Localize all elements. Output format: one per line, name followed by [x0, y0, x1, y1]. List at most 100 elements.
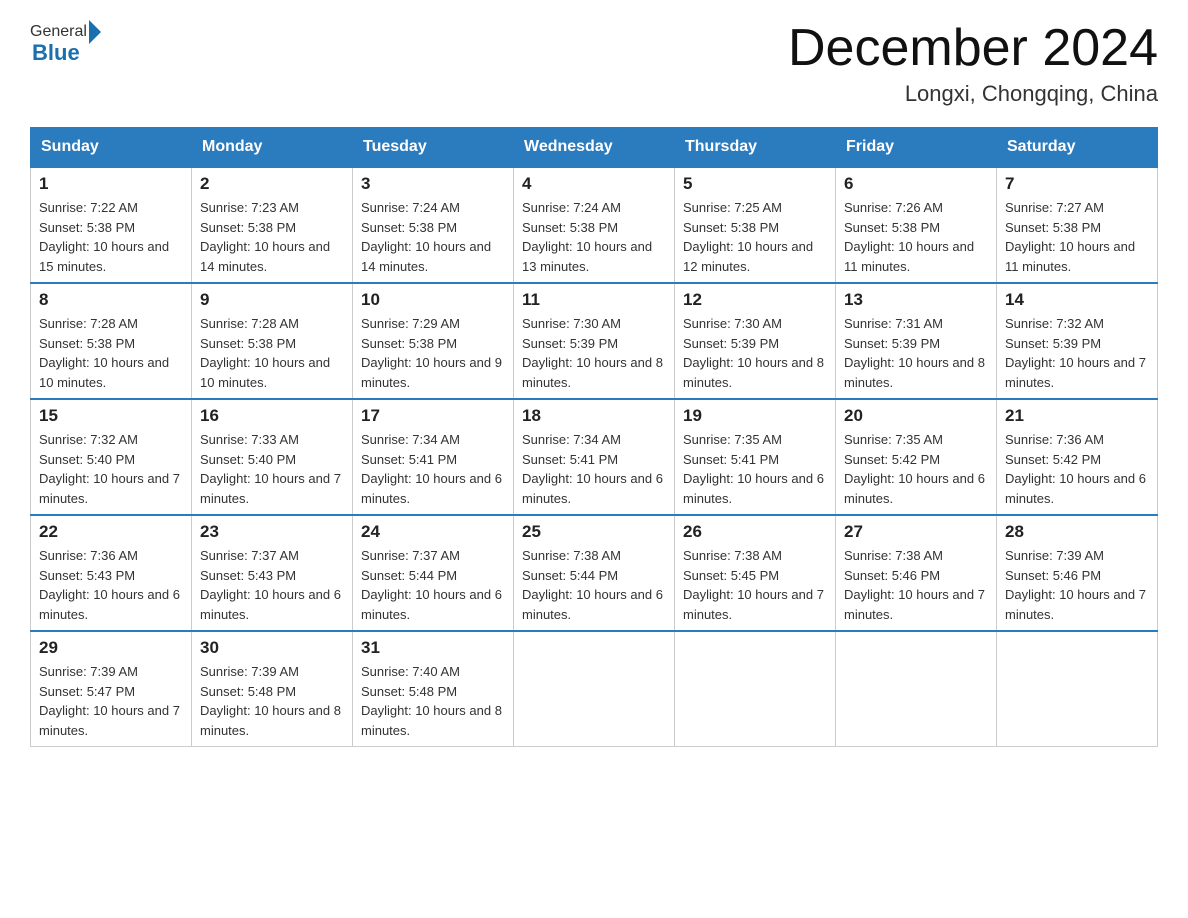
- day-number: 15: [39, 406, 183, 426]
- calendar-cell: 30 Sunrise: 7:39 AMSunset: 5:48 PMDayligh…: [192, 631, 353, 747]
- calendar-cell: 27 Sunrise: 7:38 AMSunset: 5:46 PMDayligh…: [836, 515, 997, 631]
- day-number: 29: [39, 638, 183, 658]
- day-info: Sunrise: 7:38 AMSunset: 5:46 PMDaylight:…: [844, 546, 988, 624]
- week-row-1: 1Sunrise: 7:22 AMSunset: 5:38 PMDaylight…: [31, 167, 1158, 283]
- day-info: Sunrise: 7:34 AMSunset: 5:41 PMDaylight:…: [522, 430, 666, 508]
- day-number: 22: [39, 522, 183, 542]
- header-friday: Friday: [836, 128, 997, 168]
- day-number: 6: [844, 174, 988, 194]
- day-info: Sunrise: 7:39 AMSunset: 5:47 PMDaylight:…: [39, 662, 183, 740]
- header-wednesday: Wednesday: [514, 128, 675, 168]
- day-info: Sunrise: 7:31 AMSunset: 5:39 PMDaylight:…: [844, 314, 988, 392]
- day-number: 30: [200, 638, 344, 658]
- day-info: Sunrise: 7:33 AMSunset: 5:40 PMDaylight:…: [200, 430, 344, 508]
- day-info: Sunrise: 7:29 AMSunset: 5:38 PMDaylight:…: [361, 314, 505, 392]
- day-number: 5: [683, 174, 827, 194]
- location-title: Longxi, Chongqing, China: [788, 81, 1158, 107]
- calendar-cell: 3 Sunrise: 7:24 AMSunset: 5:38 PMDaylight…: [353, 167, 514, 283]
- day-number: 20: [844, 406, 988, 426]
- logo-blue-text: Blue: [30, 40, 80, 66]
- calendar-cell: 19 Sunrise: 7:35 AMSunset: 5:41 PMDayligh…: [675, 399, 836, 515]
- day-info: Sunrise: 7:30 AMSunset: 5:39 PMDaylight:…: [683, 314, 827, 392]
- calendar-cell: 10 Sunrise: 7:29 AMSunset: 5:38 PMDayligh…: [353, 283, 514, 399]
- day-number: 24: [361, 522, 505, 542]
- day-info: Sunrise: 7:38 AMSunset: 5:44 PMDaylight:…: [522, 546, 666, 624]
- header-thursday: Thursday: [675, 128, 836, 168]
- calendar-cell: 28 Sunrise: 7:39 AMSunset: 5:46 PMDayligh…: [997, 515, 1158, 631]
- day-info: Sunrise: 7:26 AMSunset: 5:38 PMDaylight:…: [844, 198, 988, 276]
- day-info: Sunrise: 7:36 AMSunset: 5:43 PMDaylight:…: [39, 546, 183, 624]
- day-number: 13: [844, 290, 988, 310]
- day-info: Sunrise: 7:37 AMSunset: 5:44 PMDaylight:…: [361, 546, 505, 624]
- calendar-cell: 13 Sunrise: 7:31 AMSunset: 5:39 PMDayligh…: [836, 283, 997, 399]
- day-info: Sunrise: 7:37 AMSunset: 5:43 PMDaylight:…: [200, 546, 344, 624]
- day-info: Sunrise: 7:24 AMSunset: 5:38 PMDaylight:…: [522, 198, 666, 276]
- day-number: 14: [1005, 290, 1149, 310]
- day-number: 17: [361, 406, 505, 426]
- day-info: Sunrise: 7:39 AMSunset: 5:48 PMDaylight:…: [200, 662, 344, 740]
- day-number: 31: [361, 638, 505, 658]
- calendar-cell: 17 Sunrise: 7:34 AMSunset: 5:41 PMDayligh…: [353, 399, 514, 515]
- calendar-cell: [675, 631, 836, 747]
- day-info: Sunrise: 7:39 AMSunset: 5:46 PMDaylight:…: [1005, 546, 1149, 624]
- calendar-cell: 15 Sunrise: 7:32 AMSunset: 5:40 PMDayligh…: [31, 399, 192, 515]
- logo-general-text: General: [30, 23, 87, 41]
- day-info: Sunrise: 7:27 AMSunset: 5:38 PMDaylight:…: [1005, 198, 1149, 276]
- calendar-header-row: SundayMondayTuesdayWednesdayThursdayFrid…: [31, 128, 1158, 168]
- calendar-cell: 20 Sunrise: 7:35 AMSunset: 5:42 PMDayligh…: [836, 399, 997, 515]
- month-title: December 2024: [788, 20, 1158, 77]
- day-number: 26: [683, 522, 827, 542]
- day-info: Sunrise: 7:35 AMSunset: 5:42 PMDaylight:…: [844, 430, 988, 508]
- day-number: 8: [39, 290, 183, 310]
- day-number: 27: [844, 522, 988, 542]
- day-info: Sunrise: 7:35 AMSunset: 5:41 PMDaylight:…: [683, 430, 827, 508]
- calendar-cell: 25Sunrise: 7:38 AMSunset: 5:44 PMDayligh…: [514, 515, 675, 631]
- week-row-3: 15 Sunrise: 7:32 AMSunset: 5:40 PMDayligh…: [31, 399, 1158, 515]
- day-info: Sunrise: 7:32 AMSunset: 5:40 PMDaylight:…: [39, 430, 183, 508]
- calendar-cell: 5 Sunrise: 7:25 AMSunset: 5:38 PMDaylight…: [675, 167, 836, 283]
- day-number: 9: [200, 290, 344, 310]
- calendar-cell: 18 Sunrise: 7:34 AMSunset: 5:41 PMDayligh…: [514, 399, 675, 515]
- day-number: 12: [683, 290, 827, 310]
- calendar-cell: 2Sunrise: 7:23 AMSunset: 5:38 PMDaylight…: [192, 167, 353, 283]
- day-info: Sunrise: 7:23 AMSunset: 5:38 PMDaylight:…: [200, 198, 344, 276]
- day-number: 21: [1005, 406, 1149, 426]
- header-tuesday: Tuesday: [353, 128, 514, 168]
- logo-arrow-icon: [89, 20, 101, 44]
- calendar-cell: 21 Sunrise: 7:36 AMSunset: 5:42 PMDayligh…: [997, 399, 1158, 515]
- logo: General Blue: [30, 20, 103, 66]
- day-number: 10: [361, 290, 505, 310]
- day-number: 11: [522, 290, 666, 310]
- day-number: 7: [1005, 174, 1149, 194]
- calendar-cell: 4Sunrise: 7:24 AMSunset: 5:38 PMDaylight…: [514, 167, 675, 283]
- calendar-table: SundayMondayTuesdayWednesdayThursdayFrid…: [30, 127, 1158, 747]
- week-row-4: 22 Sunrise: 7:36 AMSunset: 5:43 PMDayligh…: [31, 515, 1158, 631]
- day-number: 28: [1005, 522, 1149, 542]
- day-info: Sunrise: 7:24 AMSunset: 5:38 PMDaylight:…: [361, 198, 505, 276]
- calendar-cell: 8 Sunrise: 7:28 AMSunset: 5:38 PMDaylight…: [31, 283, 192, 399]
- calendar-cell: 24 Sunrise: 7:37 AMSunset: 5:44 PMDayligh…: [353, 515, 514, 631]
- day-info: Sunrise: 7:28 AMSunset: 5:38 PMDaylight:…: [39, 314, 183, 392]
- day-info: Sunrise: 7:30 AMSunset: 5:39 PMDaylight:…: [522, 314, 666, 392]
- day-number: 16: [200, 406, 344, 426]
- title-block: December 2024 Longxi, Chongqing, China: [788, 20, 1158, 107]
- week-row-2: 8 Sunrise: 7:28 AMSunset: 5:38 PMDaylight…: [31, 283, 1158, 399]
- day-info: Sunrise: 7:32 AMSunset: 5:39 PMDaylight:…: [1005, 314, 1149, 392]
- day-number: 23: [200, 522, 344, 542]
- day-info: Sunrise: 7:34 AMSunset: 5:41 PMDaylight:…: [361, 430, 505, 508]
- day-info: Sunrise: 7:36 AMSunset: 5:42 PMDaylight:…: [1005, 430, 1149, 508]
- day-number: 3: [361, 174, 505, 194]
- header-saturday: Saturday: [997, 128, 1158, 168]
- calendar-cell: [836, 631, 997, 747]
- week-row-5: 29 Sunrise: 7:39 AMSunset: 5:47 PMDayligh…: [31, 631, 1158, 747]
- day-number: 19: [683, 406, 827, 426]
- calendar-cell: 29 Sunrise: 7:39 AMSunset: 5:47 PMDayligh…: [31, 631, 192, 747]
- day-info: Sunrise: 7:28 AMSunset: 5:38 PMDaylight:…: [200, 314, 344, 392]
- day-info: Sunrise: 7:25 AMSunset: 5:38 PMDaylight:…: [683, 198, 827, 276]
- day-info: Sunrise: 7:38 AMSunset: 5:45 PMDaylight:…: [683, 546, 827, 624]
- calendar-cell: 11 Sunrise: 7:30 AMSunset: 5:39 PMDayligh…: [514, 283, 675, 399]
- calendar-cell: 31 Sunrise: 7:40 AMSunset: 5:48 PMDayligh…: [353, 631, 514, 747]
- day-info: Sunrise: 7:40 AMSunset: 5:48 PMDaylight:…: [361, 662, 505, 740]
- day-number: 18: [522, 406, 666, 426]
- day-number: 1: [39, 174, 183, 194]
